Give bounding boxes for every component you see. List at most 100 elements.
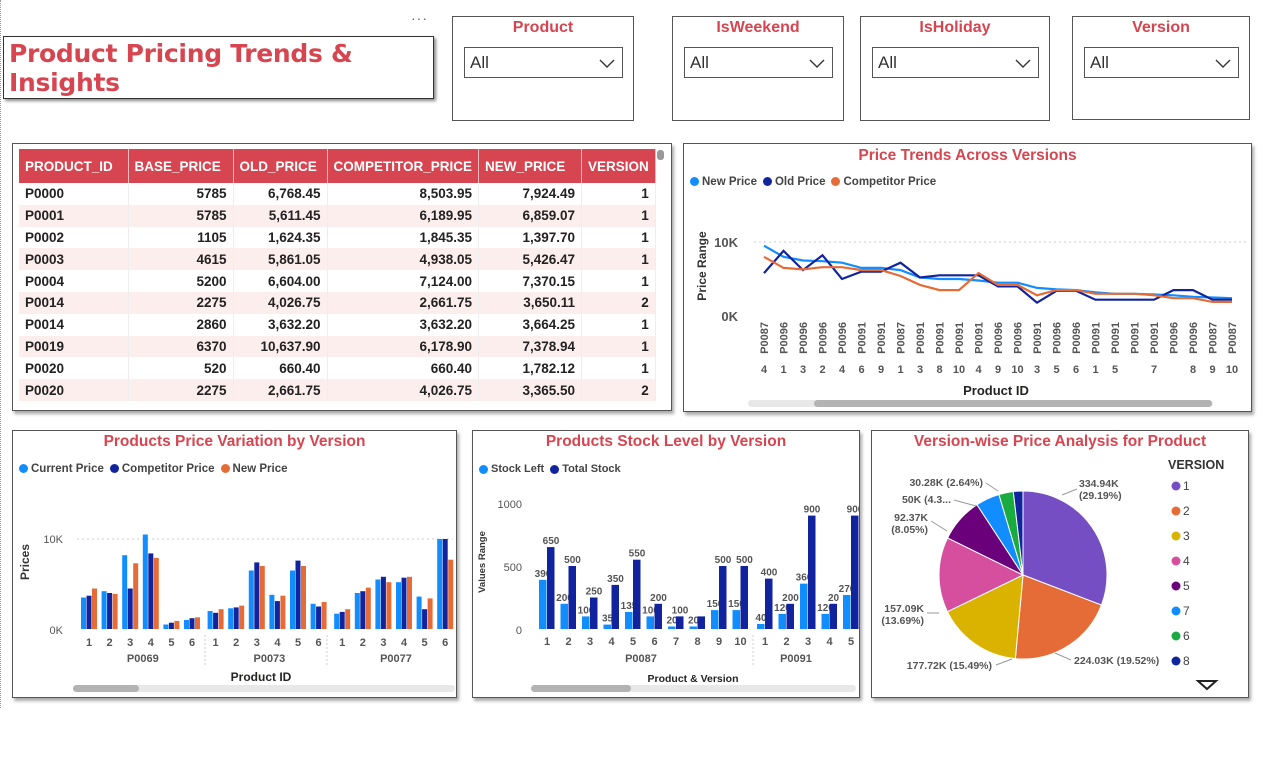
price-variation-chart[interactable]: Prices 10K 0K 1 2 3 4 5 6 1 2 3 4 5 6 1 2 3 4 5 6 P0069 P00… [13, 431, 456, 697]
table-row[interactable]: P0014 2275 4,026.75 2,661.75 3,650.11 2 [19, 291, 656, 314]
bar[interactable] [386, 582, 392, 629]
bar[interactable] [248, 570, 254, 630]
column-header[interactable]: NEW_PRICE [478, 149, 583, 183]
slicer-isholiday[interactable]: IsHoliday All [860, 16, 1050, 121]
version-price-pie-chart[interactable]: 334.94K(29.19%) 224.03K (19.52%) 177.72K (… [872, 431, 1248, 697]
bar[interactable] [269, 594, 275, 629]
bar[interactable] [334, 613, 340, 629]
bar[interactable] [437, 539, 443, 629]
slicer-version[interactable]: Version All [1072, 16, 1250, 120]
bar[interactable] [142, 534, 148, 630]
slicer-isweekend[interactable]: IsWeekend All [672, 16, 844, 121]
bar[interactable] [321, 602, 327, 629]
bar[interactable] [611, 584, 620, 629]
bar[interactable] [127, 588, 133, 630]
scroll-down-icon[interactable] [1195, 680, 1219, 691]
legend-label[interactable]: 7 [1183, 604, 1190, 618]
series-line[interactable] [763, 249, 1232, 305]
bar[interactable] [133, 563, 139, 629]
table-row[interactable]: P0003 4615 5,861.05 4,938.05 5,426.47 1 [19, 248, 656, 271]
legend-label[interactable]: 5 [1183, 579, 1190, 593]
table-row[interactable]: P0020 2275 2,661.75 4,026.75 3,365.50 2 [19, 379, 656, 401]
bar[interactable] [189, 618, 195, 629]
bar[interactable] [843, 594, 851, 629]
bar[interactable] [719, 566, 727, 629]
slicer-product[interactable]: Product All [452, 16, 634, 121]
legend-label[interactable]: 4 [1183, 554, 1190, 568]
bar[interactable] [808, 515, 816, 629]
horizontal-scrollbar[interactable] [531, 685, 856, 692]
bar[interactable] [765, 578, 773, 629]
bar[interactable] [582, 616, 590, 629]
bar[interactable] [290, 570, 295, 630]
bar[interactable] [633, 559, 641, 629]
scrollbar-thumb[interactable] [531, 685, 631, 692]
legend-label[interactable]: 1 [1183, 479, 1190, 493]
slicer-dropdown[interactable]: All [684, 47, 833, 78]
table-row[interactable]: P0004 5200 6,604.00 7,124.00 7,370.15 1 [19, 270, 656, 292]
bar[interactable] [800, 583, 808, 629]
bar[interactable] [207, 611, 213, 629]
bar[interactable] [163, 624, 169, 630]
bar[interactable] [778, 613, 787, 629]
horizontal-scrollbar[interactable] [748, 400, 1213, 407]
bar[interactable] [407, 576, 412, 629]
bar[interactable] [148, 553, 154, 629]
bar[interactable] [697, 616, 706, 629]
column-header[interactable]: OLD_PRICE [233, 149, 328, 183]
bar[interactable] [254, 562, 260, 629]
bar[interactable] [345, 609, 351, 629]
legend-label[interactable]: 2 [1183, 504, 1190, 518]
bar[interactable] [539, 579, 547, 629]
bar[interactable] [174, 620, 180, 629]
price-trends-chart[interactable]: Price Range 10K 0K P0087 4 P0096 1 P0096 3 P00… [684, 144, 1251, 411]
bar[interactable] [625, 611, 633, 629]
table-row[interactable]: P0000 5785 6,768.45 8,503.95 7,924.49 1 [19, 183, 656, 205]
bar[interactable] [354, 593, 360, 629]
bar[interactable] [396, 582, 401, 629]
bar[interactable] [365, 587, 371, 629]
bar[interactable] [101, 591, 107, 629]
bar[interactable] [851, 515, 859, 629]
bar[interactable] [92, 588, 97, 630]
bar[interactable] [568, 566, 577, 629]
bar[interactable] [107, 593, 113, 629]
bar[interactable] [448, 559, 454, 629]
bar[interactable] [380, 576, 386, 629]
table-row[interactable]: P0019 6370 10,637.90 6,178.90 7,378.94 1 [19, 335, 656, 358]
series-line[interactable] [763, 244, 1233, 300]
bar[interactable] [168, 622, 174, 629]
bar[interactable] [786, 603, 795, 629]
bar[interactable] [689, 626, 698, 629]
bar[interactable] [711, 610, 719, 629]
horizontal-scrollbar[interactable] [73, 685, 455, 692]
table-row[interactable]: P0014 2860 3,632.20 3,632.20 3,664.25 1 [19, 313, 656, 336]
bar[interactable] [416, 596, 422, 629]
bar[interactable] [375, 579, 381, 630]
bar[interactable] [122, 555, 128, 629]
table-scrollbar-thumb[interactable] [657, 150, 664, 160]
bar[interactable] [668, 626, 676, 629]
bar[interactable] [81, 597, 86, 630]
table-row[interactable]: P0020 520 660.40 660.40 1,782.12 1 [19, 357, 656, 380]
slicer-dropdown[interactable]: All [1084, 47, 1239, 78]
bar[interactable] [274, 601, 280, 629]
table-row[interactable]: P0002 1105 1,624.35 1,845.35 1,397.70 1 [19, 226, 656, 249]
table-row[interactable]: P0001 5785 5,611.45 6,189.95 6,859.07 1 [19, 204, 656, 227]
bar[interactable] [829, 603, 838, 629]
bar[interactable] [427, 598, 433, 629]
more-options-icon[interactable]: ··· [411, 10, 428, 26]
stock-level-chart[interactable]: Values Range 1000 500 0 3906501200500210… [473, 431, 859, 697]
column-header[interactable]: COMPETITOR_PRICE [327, 149, 480, 183]
bar[interactable] [153, 557, 159, 629]
legend-label[interactable]: 8 [1183, 654, 1190, 668]
column-header[interactable]: BASE_PRICE [128, 149, 234, 183]
bar[interactable] [654, 603, 663, 629]
bar[interactable] [195, 617, 200, 629]
column-header[interactable]: PRODUCT_ID [19, 149, 129, 183]
bar[interactable] [233, 607, 239, 629]
bar[interactable] [112, 593, 118, 629]
bar[interactable] [442, 539, 448, 629]
bar[interactable] [646, 616, 655, 629]
bar[interactable] [360, 591, 366, 629]
